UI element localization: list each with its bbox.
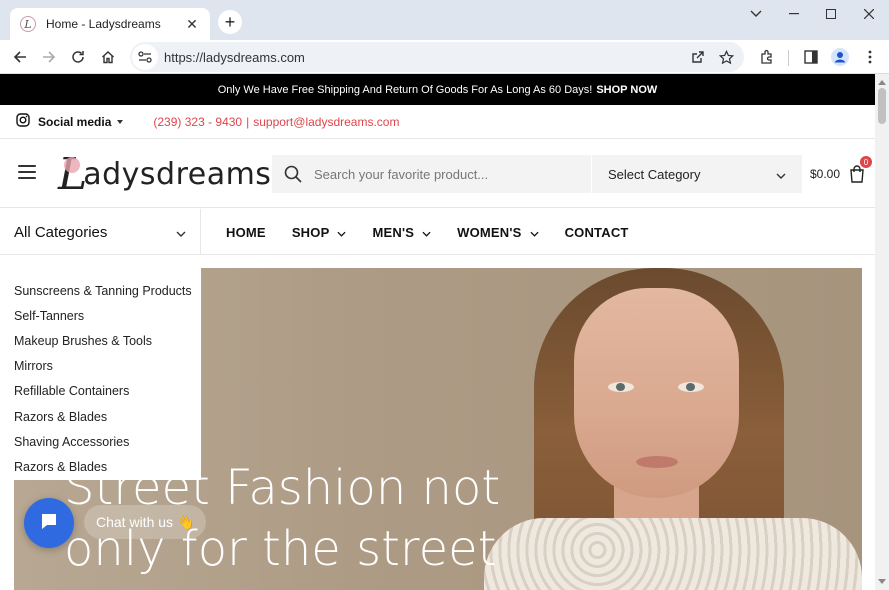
share-icon[interactable]	[684, 43, 712, 71]
category-dropdown-list: Sunscreens & Tanning Products Self-Tanne…	[0, 256, 201, 480]
social-media-dropdown[interactable]: Social media	[16, 113, 124, 130]
main-navigation: All Categories HOME SHOP MEN'S WOMEN'S C…	[0, 209, 875, 255]
category-item[interactable]: Self-Tanners	[0, 303, 201, 328]
address-bar[interactable]: https://ladysdreams.com	[130, 42, 744, 72]
site-logo[interactable]: L adysdreams	[58, 148, 271, 200]
browser-toolbar: https://ladysdreams.com	[0, 40, 889, 74]
cart-total: $0.00	[810, 167, 841, 181]
chevron-down-icon	[530, 225, 539, 240]
shop-now-link[interactable]: SHOP NOW	[596, 84, 657, 96]
side-panel-icon[interactable]	[798, 44, 824, 70]
category-item[interactable]: Makeup Brushes & Tools	[0, 328, 201, 353]
back-icon[interactable]	[7, 44, 33, 70]
model-eye-right	[678, 382, 704, 392]
search-input[interactable]	[314, 155, 591, 193]
all-categories-label: All Categories	[14, 223, 108, 241]
scroll-up-arrow-icon[interactable]	[878, 80, 886, 85]
model-lips	[636, 456, 678, 468]
chat-launcher-button[interactable]	[24, 498, 74, 548]
chevron-down-icon	[337, 225, 347, 240]
waving-hand-icon: 👋	[177, 513, 195, 530]
home-icon[interactable]	[95, 44, 121, 70]
shopping-bag-icon: 0	[848, 156, 873, 183]
profile-icon[interactable]	[827, 44, 853, 70]
primary-menu: HOME SHOP MEN'S WOMEN'S CONTACT	[226, 209, 655, 255]
phone-link[interactable]: (239) 323 - 9430	[153, 115, 242, 129]
bookmark-star-icon[interactable]	[712, 43, 740, 71]
category-select[interactable]: Select Category	[592, 155, 802, 193]
instagram-icon	[16, 113, 30, 130]
hero-model-sweater	[484, 518, 862, 590]
announcement-text: Only We Have Free Shipping And Return Of…	[217, 83, 593, 96]
favicon-icon: L	[20, 16, 36, 32]
site-info-icon[interactable]	[132, 44, 158, 70]
hero-model-face	[574, 288, 739, 498]
category-item[interactable]: Refillable Containers	[0, 379, 201, 404]
nav-item-contact[interactable]: CONTACT	[565, 225, 629, 240]
search-icon[interactable]	[272, 165, 314, 183]
close-tab-icon[interactable]: ✕	[184, 16, 200, 33]
logo-initial: L	[58, 148, 88, 200]
announcement-bar: Only We Have Free Shipping And Return Of…	[0, 74, 875, 105]
chat-label-text: Chat with us	[96, 514, 174, 530]
contact-separator: |	[246, 114, 250, 129]
nav-item-shop[interactable]: SHOP	[292, 225, 347, 240]
category-item[interactable]: Razors & Blades	[0, 454, 201, 479]
toolbar-divider	[788, 50, 789, 66]
search-bar: Select Category	[272, 155, 802, 193]
url-text: https://ladysdreams.com	[164, 49, 305, 65]
category-item[interactable]: Razors & Blades	[0, 404, 201, 429]
close-window-icon[interactable]	[851, 4, 887, 24]
chevron-down-icon	[776, 167, 786, 182]
email-link[interactable]: support@ladysdreams.com	[253, 115, 399, 129]
page-scrollbar[interactable]	[875, 74, 889, 590]
nav-item-womens[interactable]: WOMEN'S	[457, 225, 539, 240]
top-contact-bar: Social media (239) 323 - 9430 | support@…	[0, 105, 875, 139]
tab-title: Home - Ladysdreams	[46, 17, 161, 31]
extensions-icon[interactable]	[754, 44, 780, 70]
page-viewport: Only We Have Free Shipping And Return Of…	[0, 74, 875, 590]
minimize-icon[interactable]	[776, 4, 812, 24]
nav-item-mens[interactable]: MEN'S	[372, 225, 431, 240]
nav-item-home[interactable]: HOME	[226, 225, 266, 240]
category-item[interactable]: Mirrors	[0, 354, 201, 379]
model-eye-left	[608, 382, 634, 392]
new-tab-button[interactable]: +	[218, 10, 242, 34]
menu-dots-icon[interactable]	[857, 44, 883, 70]
maximize-icon[interactable]	[813, 4, 849, 24]
chevron-down-icon	[176, 224, 186, 241]
all-categories-toggle[interactable]: All Categories	[0, 209, 201, 255]
site-header: L adysdreams Select Category $0.00 0	[0, 140, 875, 208]
category-item[interactable]: Shaving Accessories	[0, 429, 201, 454]
logo-text: adysdreams	[83, 156, 272, 192]
browser-titlebar: L Home - Ladysdreams ✕ +	[0, 0, 889, 40]
forward-icon[interactable]	[36, 44, 62, 70]
chevron-down-icon	[422, 225, 431, 240]
chat-with-us-label[interactable]: Chat with us 👋	[84, 505, 207, 539]
cart-count-badge: 0	[860, 156, 873, 168]
category-select-label: Select Category	[608, 166, 701, 182]
scroll-down-arrow-icon[interactable]	[878, 579, 886, 584]
scrollbar-thumb[interactable]	[878, 88, 886, 124]
cart-button[interactable]: $0.00 0	[810, 156, 873, 183]
social-media-label: Social media	[38, 114, 112, 129]
tab-search-icon[interactable]	[738, 4, 774, 24]
category-item[interactable]: Sunscreens & Tanning Products	[0, 278, 201, 303]
reload-icon[interactable]	[65, 44, 91, 70]
chat-icon	[39, 511, 59, 536]
browser-tab[interactable]: L Home - Ladysdreams ✕	[10, 8, 210, 40]
hamburger-menu-icon[interactable]	[18, 165, 36, 179]
caret-down-icon	[117, 119, 124, 124]
